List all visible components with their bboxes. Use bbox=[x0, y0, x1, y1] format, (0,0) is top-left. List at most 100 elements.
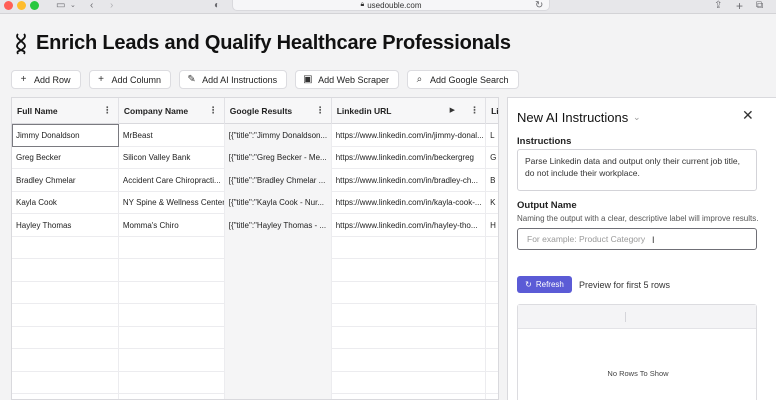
column-header-company-name[interactable]: Company Name ⋮ bbox=[119, 98, 225, 124]
empty-table-row[interactable] bbox=[12, 349, 498, 372]
table-cell[interactable]: NY Spine & Wellness Center bbox=[119, 191, 225, 214]
table-cell[interactable]: [{"title":"Jimmy Donaldson... bbox=[224, 124, 332, 147]
empty-table-row[interactable] bbox=[12, 394, 498, 399]
table-cell[interactable] bbox=[486, 237, 498, 260]
empty-table-row[interactable] bbox=[12, 236, 498, 260]
instructions-textarea[interactable]: Parse Linkedin data and output only thei… bbox=[517, 149, 757, 191]
table-cell[interactable] bbox=[486, 349, 498, 372]
table-cell[interactable] bbox=[119, 281, 225, 304]
chevron-down-icon[interactable]: ⌄ bbox=[633, 112, 641, 123]
empty-table-row[interactable] bbox=[12, 259, 498, 282]
refresh-button[interactable]: ↻ Refresh bbox=[517, 276, 572, 293]
table-cell[interactable]: L bbox=[486, 124, 498, 147]
tab-overview-icon[interactable]: ⧉ bbox=[756, 0, 763, 12]
table-cell[interactable] bbox=[12, 236, 119, 259]
table-cell[interactable] bbox=[119, 259, 225, 282]
column-menu-icon[interactable]: ⋮ bbox=[470, 106, 479, 115]
add-google-search-button[interactable]: ⌕ Add Google Search bbox=[406, 70, 519, 89]
table-cell[interactable] bbox=[486, 394, 498, 399]
table-cell[interactable] bbox=[332, 281, 487, 304]
table-cell[interactable] bbox=[12, 326, 119, 349]
table-cell[interactable] bbox=[486, 282, 498, 305]
table-cell[interactable] bbox=[119, 371, 225, 394]
table-cell[interactable] bbox=[12, 281, 119, 304]
table-cell[interactable]: https://www.linkedin.com/in/beckergreg bbox=[332, 146, 487, 169]
add-ai-instructions-button[interactable]: ✎ Add AI Instructions bbox=[179, 70, 288, 89]
table-cell[interactable] bbox=[224, 394, 332, 399]
address-bar[interactable]: 🔒︎ usedouble.com bbox=[232, 0, 550, 11]
table-cell[interactable] bbox=[332, 371, 487, 394]
table-cell[interactable] bbox=[486, 304, 498, 327]
table-cell[interactable] bbox=[224, 281, 332, 304]
table-row[interactable]: Jimmy Donaldson MrBeast [{"title":"Jimmy… bbox=[12, 124, 498, 147]
column-header-linkedin-url[interactable]: Linkedin URL ▶ ⋮ bbox=[332, 98, 487, 124]
sidebar-icon[interactable]: ▭ bbox=[56, 0, 65, 12]
table-cell[interactable]: G bbox=[486, 147, 498, 170]
table-cell[interactable]: Jimmy Donaldson bbox=[12, 124, 119, 147]
column-header-google-results[interactable]: Google Results ⋮ bbox=[225, 98, 332, 124]
table-cell[interactable]: B bbox=[486, 169, 498, 192]
table-row[interactable]: Bradley Chmelar Accident Care Chiropract… bbox=[12, 169, 498, 192]
close-icon[interactable]: ✕ bbox=[742, 108, 754, 122]
add-column-button[interactable]: + Add Column bbox=[88, 70, 172, 89]
column-menu-icon[interactable]: ⋮ bbox=[316, 106, 325, 115]
output-name-input[interactable]: For example: Product Category bbox=[517, 228, 757, 250]
empty-table-row[interactable] bbox=[12, 304, 498, 327]
table-cell[interactable]: [{"title":"Greg Becker - Me... bbox=[224, 146, 332, 169]
table-cell[interactable]: [{"title":"Bradley Chmelar ... bbox=[224, 169, 332, 192]
table-cell[interactable] bbox=[486, 372, 498, 395]
table-cell[interactable]: Bradley Chmelar bbox=[12, 169, 119, 192]
play-icon[interactable]: ▶ bbox=[450, 106, 455, 114]
table-cell[interactable] bbox=[486, 259, 498, 282]
column-menu-icon[interactable]: ⋮ bbox=[103, 106, 112, 115]
table-cell[interactable] bbox=[332, 394, 487, 399]
forward-icon[interactable]: › bbox=[110, 0, 113, 12]
table-row[interactable]: Greg Becker Silicon Valley Bank [{"title… bbox=[12, 146, 498, 170]
chevron-down-icon[interactable]: ⌄ bbox=[70, 0, 76, 12]
table-cell[interactable] bbox=[12, 259, 119, 282]
table-cell[interactable]: Greg Becker bbox=[12, 146, 119, 169]
table-cell[interactable]: https://www.linkedin.com/in/kayla-cook-.… bbox=[332, 191, 487, 214]
table-cell[interactable] bbox=[119, 304, 225, 327]
column-menu-icon[interactable]: ⋮ bbox=[209, 106, 218, 115]
table-cell[interactable] bbox=[224, 304, 332, 327]
table-cell[interactable] bbox=[224, 371, 332, 394]
table-cell[interactable]: H bbox=[486, 214, 498, 237]
column-header-linkedin-data[interactable]: Li bbox=[486, 98, 498, 124]
empty-table-row[interactable] bbox=[12, 371, 498, 395]
table-cell[interactable] bbox=[119, 394, 225, 399]
empty-table-row[interactable] bbox=[12, 281, 498, 305]
table-cell[interactable] bbox=[224, 236, 332, 259]
column-header-full-name[interactable]: Full Name ⋮ bbox=[12, 98, 119, 124]
table-cell[interactable] bbox=[224, 349, 332, 372]
add-web-scraper-button[interactable]: ▣ Add Web Scraper bbox=[295, 70, 399, 89]
table-row[interactable]: Hayley Thomas Momma's Chiro [{"title":"H… bbox=[12, 214, 498, 237]
table-cell[interactable] bbox=[332, 236, 487, 259]
minimize-window-button[interactable] bbox=[17, 1, 26, 10]
table-cell[interactable]: https://www.linkedin.com/in/bradley-ch..… bbox=[332, 169, 487, 192]
table-cell[interactable] bbox=[119, 326, 225, 349]
table-cell[interactable]: Kayla Cook bbox=[12, 191, 119, 214]
share-icon[interactable]: ⇪ bbox=[714, 0, 722, 12]
table-cell[interactable] bbox=[119, 349, 225, 372]
add-row-button[interactable]: + Add Row bbox=[11, 70, 81, 89]
table-cell[interactable] bbox=[119, 236, 225, 259]
empty-table-row[interactable] bbox=[12, 326, 498, 350]
table-cell[interactable] bbox=[486, 327, 498, 350]
table-row[interactable]: Kayla Cook NY Spine & Wellness Center [{… bbox=[12, 191, 498, 215]
table-cell[interactable]: https://www.linkedin.com/in/jimmy-donal.… bbox=[332, 124, 487, 147]
zoom-window-button[interactable] bbox=[30, 1, 39, 10]
table-cell[interactable] bbox=[12, 394, 119, 399]
table-cell[interactable] bbox=[224, 259, 332, 282]
table-cell[interactable] bbox=[224, 326, 332, 349]
table-cell[interactable]: K bbox=[486, 192, 498, 215]
table-cell[interactable] bbox=[12, 304, 119, 327]
table-cell[interactable] bbox=[332, 304, 487, 327]
table-cell[interactable]: [{"title":"Kayla Cook - Nur... bbox=[224, 191, 332, 214]
table-cell[interactable] bbox=[332, 349, 487, 372]
table-cell[interactable]: https://www.linkedin.com/in/hayley-tho..… bbox=[332, 214, 487, 237]
shield-icon[interactable]: ◐ bbox=[214, 0, 220, 12]
table-cell[interactable]: Momma's Chiro bbox=[119, 214, 225, 237]
table-cell[interactable] bbox=[332, 259, 487, 282]
table-cell[interactable]: Accident Care Chiropracti... bbox=[119, 169, 225, 192]
